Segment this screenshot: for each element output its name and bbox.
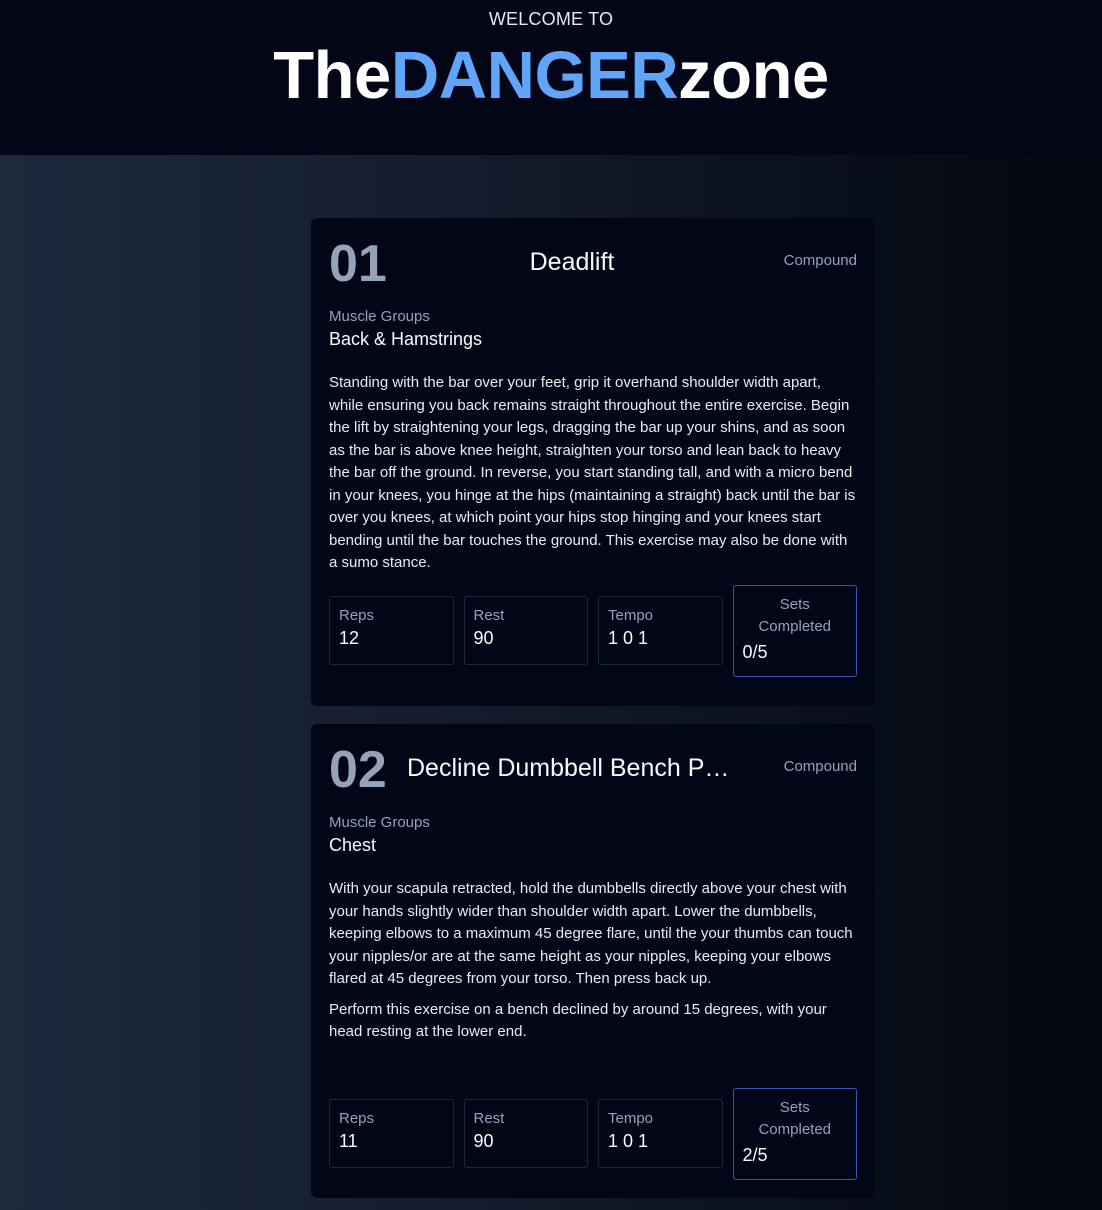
exercise-description: Standing with the bar over your feet, gr…	[329, 372, 857, 575]
exercise-name: Decline Dumbbell Bench P…	[407, 754, 730, 782]
rest-stat: Rest 90	[463, 596, 588, 665]
brand-logo: TheDANGERzone	[0, 36, 1102, 116]
exercise-card-header: 01 Deadlift Compound	[311, 218, 875, 296]
description-paragraph: Standing with the bar over your feet, gr…	[329, 374, 856, 571]
reps-label: Reps	[339, 1110, 375, 1127]
sets-completed-label: Sets Completed	[758, 596, 832, 635]
muscle-groups-value: Chest	[329, 835, 377, 855]
reps-label: Reps	[339, 607, 375, 624]
description-paragraph: With your scapula retracted, hold the du…	[329, 880, 853, 987]
sets-completed-value: 0/5	[742, 642, 768, 662]
rest-label: Rest	[473, 1110, 505, 1127]
welcome-text: WELCOME TO	[488, 9, 614, 29]
brand-danger: DANGER	[390, 38, 679, 113]
exercise-card: 02 Decline Dumbbell Bench P… Compound Mu…	[311, 724, 875, 1198]
tempo-label: Tempo	[608, 607, 654, 624]
tempo-value: 1 0 1	[608, 628, 649, 648]
exercise-stats: Reps 12 Rest 90 Tempo 1 0 1 Sets Complet…	[329, 585, 857, 677]
tempo-label: Tempo	[608, 1110, 654, 1127]
reps-value: 11	[339, 1131, 358, 1151]
brand-the: The	[273, 38, 391, 113]
sets-completed-label: Sets Completed	[758, 1099, 832, 1138]
rest-stat: Rest 90	[463, 1099, 588, 1168]
sets-completed-value: 2/5	[742, 1145, 768, 1165]
description-paragraph: Perform this exercise on a bench decline…	[329, 1000, 827, 1041]
sets-completed-button[interactable]: Sets Completed 0/5	[732, 585, 857, 677]
rest-value: 90	[473, 628, 494, 648]
reps-value: 12	[339, 628, 360, 648]
tempo-value: 1 0 1	[608, 1131, 649, 1151]
tempo-stat: Tempo 1 0 1	[598, 1099, 723, 1168]
exercise-number: 02	[329, 741, 387, 799]
tempo-stat: Tempo 1 0 1	[598, 596, 723, 665]
brand-zone: zone	[678, 38, 829, 113]
exercise-card-header: 02 Decline Dumbbell Bench P… Compound	[311, 724, 875, 802]
exercise-stats: Reps 11 Rest 90 Tempo 1 0 1 Sets Complet…	[329, 1088, 857, 1180]
sets-completed-button[interactable]: Sets Completed 2/5	[732, 1088, 857, 1180]
site-header: WELCOME TO TheDANGERzone	[0, 0, 1102, 155]
rest-value: 90	[473, 1131, 494, 1151]
exercise-description: With your scapula retracted, hold the du…	[329, 878, 857, 1044]
exercise-number: 01	[329, 235, 387, 293]
muscle-groups-label: Muscle Groups	[329, 814, 430, 831]
reps-stat: Reps 12	[329, 596, 454, 665]
exercise-type: Compound	[783, 758, 857, 775]
exercise-type: Compound	[783, 252, 857, 269]
muscle-groups-label: Muscle Groups	[329, 308, 430, 325]
reps-stat: Reps 11	[329, 1099, 454, 1168]
exercise-name: Deadlift	[529, 248, 615, 276]
exercise-card: 01 Deadlift Compound Muscle Groups Back …	[311, 218, 875, 706]
rest-label: Rest	[473, 607, 505, 624]
muscle-groups-value: Back & Hamstrings	[329, 329, 483, 349]
